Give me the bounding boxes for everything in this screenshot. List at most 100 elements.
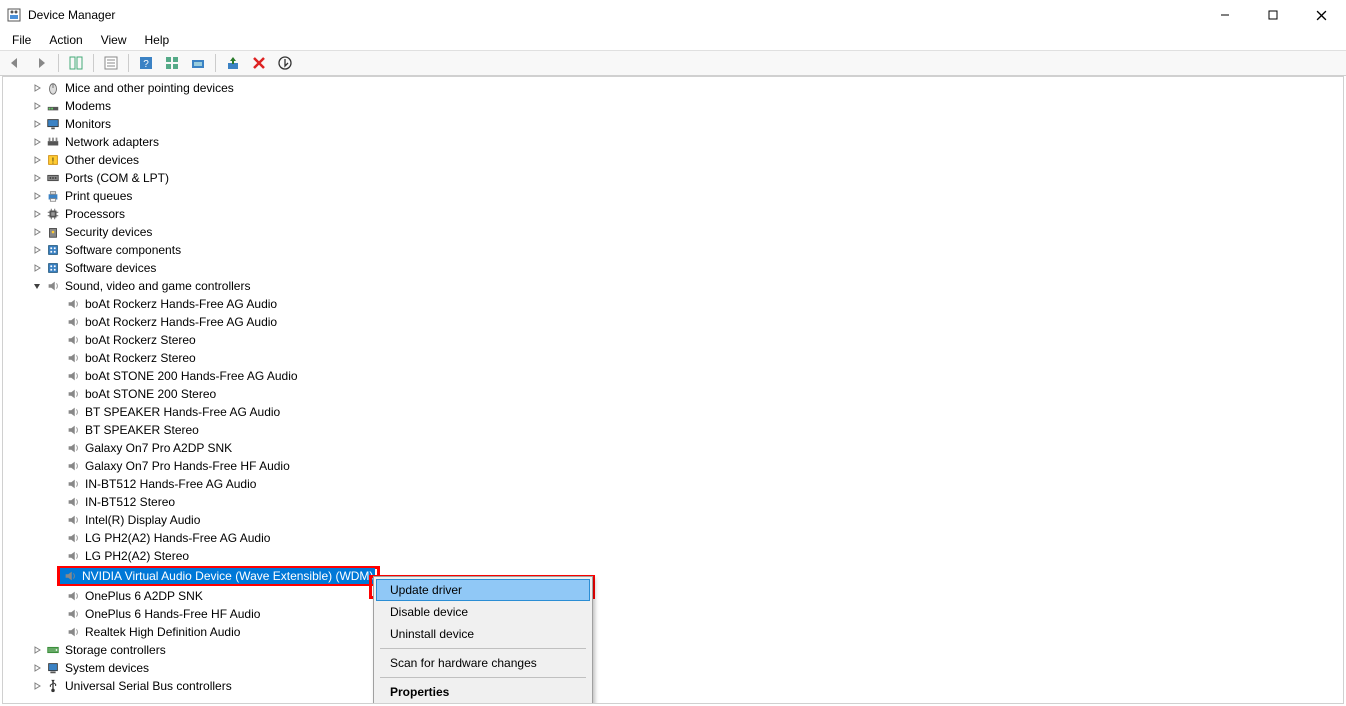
scan-hardware-button[interactable]: [187, 52, 209, 74]
device-row[interactable]: boAt STONE 200 Hands-Free AG Audio: [3, 367, 1343, 385]
back-button[interactable]: [4, 52, 26, 74]
chevron-right-icon[interactable]: [31, 262, 43, 274]
device-row[interactable]: Galaxy On7 Pro Hands-Free HF Audio: [3, 457, 1343, 475]
device-manager-window: Device Manager File Action View Help: [0, 0, 1346, 706]
chevron-down-icon[interactable]: [31, 280, 43, 292]
device-row[interactable]: boAt Rockerz Stereo: [3, 349, 1343, 367]
grid-view-button[interactable]: [161, 52, 183, 74]
minimize-button[interactable]: [1210, 5, 1240, 25]
context-menu-item[interactable]: Uninstall device: [376, 623, 590, 645]
device-row[interactable]: LG PH2(A2) Hands-Free AG Audio: [3, 529, 1343, 547]
software-icon: [45, 260, 61, 276]
chevron-right-icon[interactable]: [31, 244, 43, 256]
context-menu-item[interactable]: Scan for hardware changes: [376, 652, 590, 674]
category-row[interactable]: Mice and other pointing devices: [3, 79, 1343, 97]
device-row-selected[interactable]: NVIDIA Virtual Audio Device (Wave Extens…: [3, 565, 1343, 587]
device-row[interactable]: OnePlus 6 A2DP SNK: [3, 587, 1343, 605]
device-label: OnePlus 6 Hands-Free HF Audio: [85, 607, 260, 621]
category-label: Print queues: [65, 189, 132, 203]
device-label: BT SPEAKER Hands-Free AG Audio: [85, 405, 280, 419]
chevron-right-icon[interactable]: [31, 662, 43, 674]
category-row[interactable]: Ports (COM & LPT): [3, 169, 1343, 187]
category-row[interactable]: Security devices: [3, 223, 1343, 241]
chevron-right-icon[interactable]: [31, 172, 43, 184]
port-icon: [45, 170, 61, 186]
device-row[interactable]: LG PH2(A2) Stereo: [3, 547, 1343, 565]
category-label: Software devices: [65, 261, 156, 275]
audio-icon: [65, 530, 81, 546]
device-row[interactable]: boAt Rockerz Hands-Free AG Audio: [3, 313, 1343, 331]
forward-button[interactable]: [30, 52, 52, 74]
context-menu-item[interactable]: Disable device: [376, 601, 590, 623]
device-row[interactable]: BT SPEAKER Hands-Free AG Audio: [3, 403, 1343, 421]
chevron-right-icon[interactable]: [31, 154, 43, 166]
device-label: boAt Rockerz Stereo: [85, 333, 196, 347]
modem-icon: [45, 98, 61, 114]
context-menu-item[interactable]: Update driver: [376, 579, 590, 601]
category-row[interactable]: Universal Serial Bus controllers: [3, 677, 1343, 695]
category-row[interactable]: Software components: [3, 241, 1343, 259]
device-row[interactable]: boAt STONE 200 Stereo: [3, 385, 1343, 403]
category-row[interactable]: Print queues: [3, 187, 1343, 205]
device-row[interactable]: IN-BT512 Hands-Free AG Audio: [3, 475, 1343, 493]
category-row[interactable]: Storage controllers: [3, 641, 1343, 659]
update-driver-button[interactable]: [222, 52, 244, 74]
chevron-right-icon[interactable]: [31, 190, 43, 202]
chevron-right-icon[interactable]: [31, 208, 43, 220]
device-row[interactable]: Galaxy On7 Pro A2DP SNK: [3, 439, 1343, 457]
category-row-expanded[interactable]: Sound, video and game controllers: [3, 277, 1343, 295]
chevron-right-icon[interactable]: [31, 100, 43, 112]
category-row[interactable]: Processors: [3, 205, 1343, 223]
device-tree[interactable]: Mice and other pointing devices Modems M…: [2, 76, 1344, 704]
menu-action[interactable]: Action: [41, 31, 90, 49]
maximize-button[interactable]: [1258, 5, 1288, 25]
category-row[interactable]: ! Other devices: [3, 151, 1343, 169]
category-label: Modems: [65, 99, 111, 113]
category-row[interactable]: System devices: [3, 659, 1343, 677]
device-label: NVIDIA Virtual Audio Device (Wave Extens…: [82, 569, 373, 583]
uninstall-button[interactable]: [248, 52, 270, 74]
device-row[interactable]: boAt Rockerz Stereo: [3, 331, 1343, 349]
usb-icon: [45, 678, 61, 694]
device-row[interactable]: boAt Rockerz Hands-Free AG Audio: [3, 295, 1343, 313]
show-hide-console-button[interactable]: [65, 52, 87, 74]
audio-icon: [65, 314, 81, 330]
audio-icon: [65, 624, 81, 640]
audio-icon: [65, 350, 81, 366]
chevron-right-icon[interactable]: [31, 226, 43, 238]
device-label: LG PH2(A2) Hands-Free AG Audio: [85, 531, 270, 545]
device-label: Galaxy On7 Pro Hands-Free HF Audio: [85, 459, 290, 473]
chevron-right-icon[interactable]: [31, 644, 43, 656]
chevron-right-icon[interactable]: [31, 136, 43, 148]
category-label: Monitors: [65, 117, 111, 131]
context-menu-item[interactable]: Properties: [376, 681, 590, 703]
device-row[interactable]: Realtek High Definition Audio: [3, 623, 1343, 641]
properties-button[interactable]: [100, 52, 122, 74]
help-button[interactable]: ?: [135, 52, 157, 74]
category-label: Processors: [65, 207, 125, 221]
menu-file[interactable]: File: [4, 31, 39, 49]
category-row[interactable]: Monitors: [3, 115, 1343, 133]
chevron-right-icon[interactable]: [31, 680, 43, 692]
device-label: boAt STONE 200 Hands-Free AG Audio: [85, 369, 298, 383]
svg-text:?: ?: [143, 59, 149, 70]
chevron-right-icon[interactable]: [31, 82, 43, 94]
audio-icon: [65, 606, 81, 622]
device-row[interactable]: OnePlus 6 Hands-Free HF Audio: [3, 605, 1343, 623]
category-row[interactable]: Modems: [3, 97, 1343, 115]
device-label: IN-BT512 Hands-Free AG Audio: [85, 477, 256, 491]
audio-icon: [65, 476, 81, 492]
category-row[interactable]: Network adapters: [3, 133, 1343, 151]
device-label: boAt Rockerz Hands-Free AG Audio: [85, 315, 277, 329]
device-row[interactable]: BT SPEAKER Stereo: [3, 421, 1343, 439]
chevron-right-icon[interactable]: [31, 118, 43, 130]
device-row[interactable]: Intel(R) Display Audio: [3, 511, 1343, 529]
menu-view[interactable]: View: [93, 31, 135, 49]
disable-button[interactable]: [274, 52, 296, 74]
audio-icon: [65, 332, 81, 348]
category-row[interactable]: Software devices: [3, 259, 1343, 277]
menu-help[interactable]: Help: [137, 31, 178, 49]
close-button[interactable]: [1306, 5, 1336, 25]
device-row[interactable]: IN-BT512 Stereo: [3, 493, 1343, 511]
audio-icon: [65, 422, 81, 438]
